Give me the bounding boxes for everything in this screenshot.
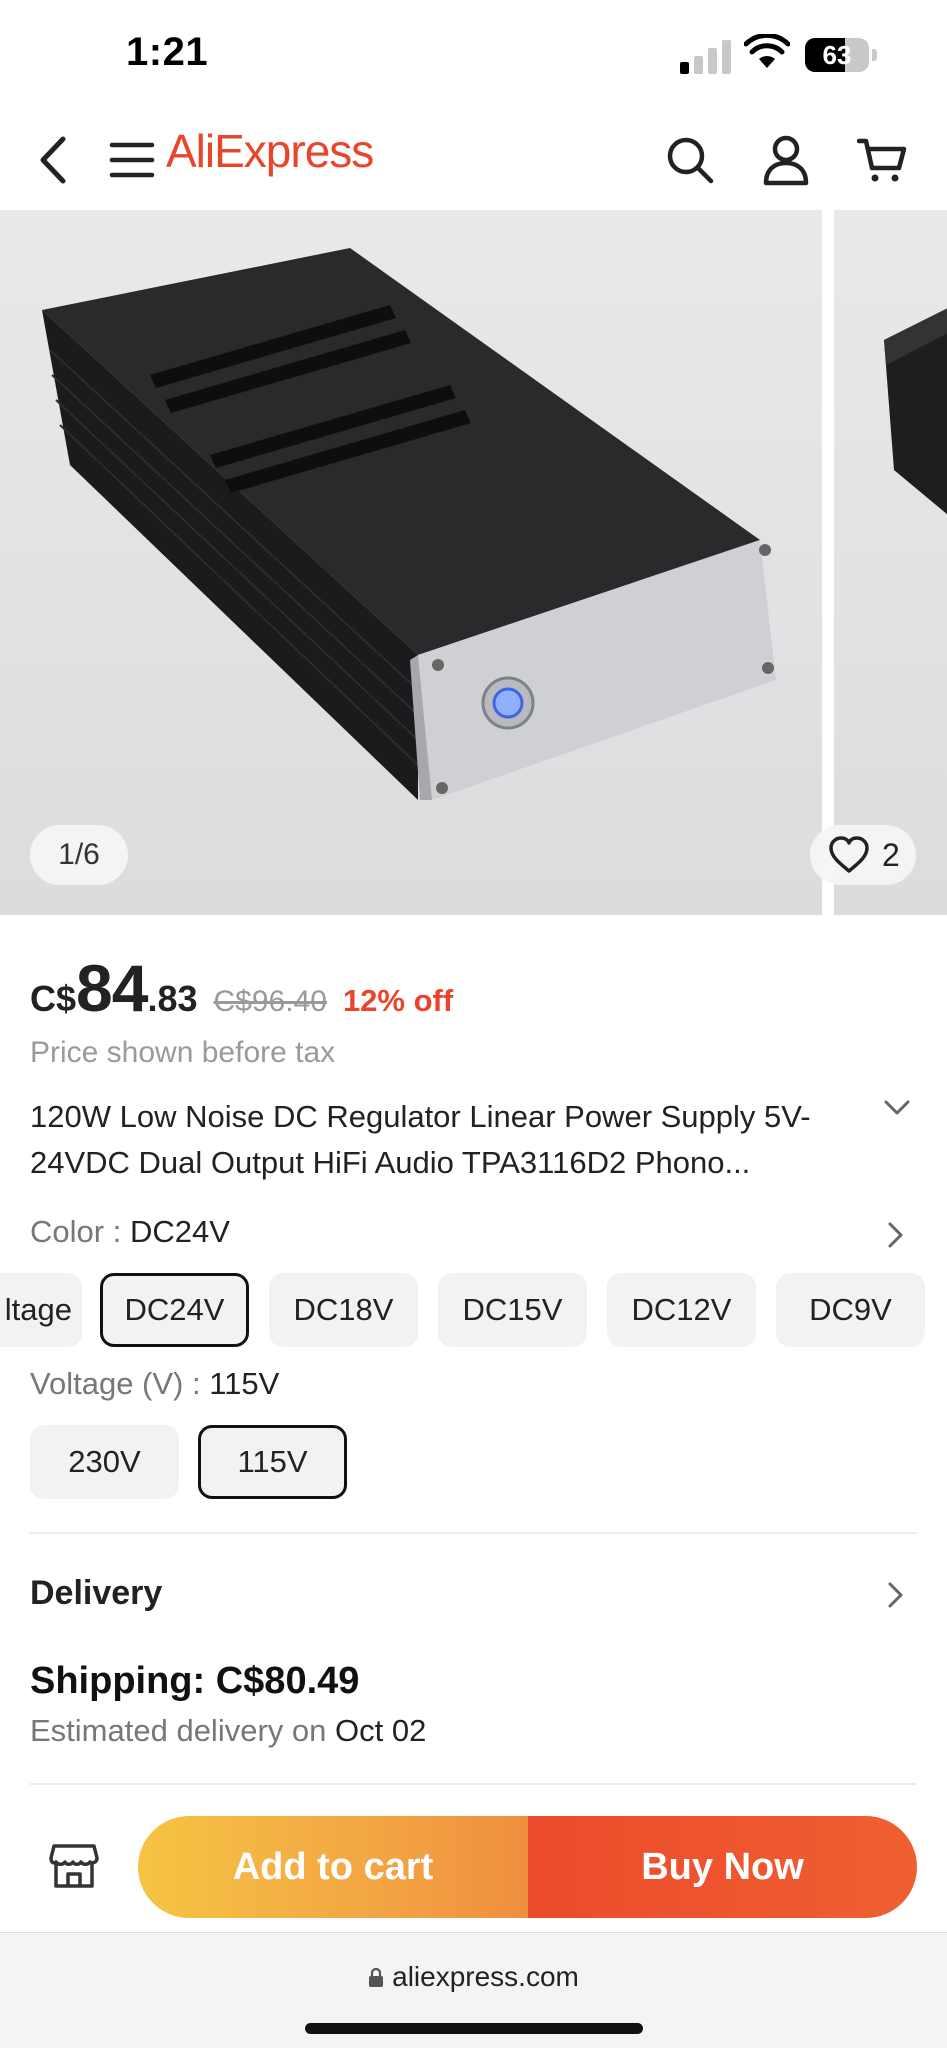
search-icon [667, 137, 714, 184]
battery-icon: 63 [805, 38, 877, 72]
color-options-more-button[interactable] [888, 1222, 904, 1253]
delivery-heading[interactable]: Delivery [30, 1574, 162, 1613]
price-row: C$ 84 .83 C$96.40 12% off [30, 950, 454, 1025]
color-chip[interactable]: DC9V [776, 1273, 925, 1347]
voltage-label: Voltage (V) [30, 1366, 184, 1401]
url-text: aliexpress.com [392, 1961, 579, 1992]
voltage-selected-value: 115V [209, 1366, 280, 1401]
eta-date: Oct 02 [335, 1713, 427, 1748]
discount-label: 12% off [342, 983, 454, 1018]
aliexpress-logo[interactable]: AliExpress [166, 124, 374, 178]
chevron-left-icon [40, 136, 66, 184]
wifi-icon [744, 34, 790, 68]
product-image[interactable] [0, 210, 822, 915]
tax-note: Price shown before tax [30, 1036, 336, 1069]
back-button[interactable] [22, 130, 82, 190]
voltage-chip[interactable]: 230V [30, 1425, 179, 1499]
color-option-label: Color : DC24V [30, 1214, 230, 1249]
delivery-more-button[interactable] [888, 1582, 904, 1613]
home-indicator[interactable] [305, 2023, 643, 2034]
search-button[interactable] [660, 130, 720, 190]
cart-icon [857, 138, 907, 182]
chevron-right-icon [888, 1222, 903, 1248]
battery-level: 63 [822, 40, 852, 70]
voltage-option-label: Voltage (V) : 115V [30, 1366, 280, 1401]
product-gallery[interactable]: 1/6 2 [0, 210, 947, 915]
voltage-chip-selected[interactable]: 115V [198, 1425, 347, 1499]
add-to-cart-button[interactable]: Add to cart [138, 1816, 528, 1918]
shipping-cost: Shipping: C$80.49 [30, 1660, 360, 1702]
image-counter: 1/6 [30, 825, 128, 885]
buy-now-button[interactable]: Buy Now [528, 1816, 917, 1918]
store-icon [49, 1844, 99, 1888]
product-photo-illustration [42, 248, 776, 800]
store-button[interactable] [48, 1840, 100, 1892]
url-display[interactable]: aliexpress.com [0, 1961, 947, 1995]
divider [30, 1532, 917, 1534]
app-header [0, 110, 947, 210]
cellular-signal-icon [680, 38, 732, 74]
price-integer: 84 [76, 951, 148, 1025]
lock-icon [368, 1963, 384, 1995]
user-icon [763, 135, 809, 186]
chevron-right-icon [888, 1582, 903, 1608]
cart-button[interactable] [852, 130, 912, 190]
eta-prefix: Estimated delivery on [30, 1713, 327, 1748]
wishlist-count: 2 [882, 836, 900, 873]
color-chip[interactable]: DC18V [269, 1273, 418, 1347]
menu-button[interactable] [102, 130, 162, 190]
estimated-delivery: Estimated delivery on Oct 02 [30, 1713, 426, 1749]
heart-icon [829, 836, 869, 873]
expand-title-button[interactable] [884, 1100, 910, 1121]
price-decimal: .83 [147, 978, 198, 1019]
price-currency: C$ [30, 978, 77, 1019]
color-chip-selected[interactable]: DC24V [100, 1273, 249, 1347]
divider [30, 1783, 917, 1785]
original-price: C$96.40 [213, 985, 327, 1018]
chevron-down-icon [884, 1100, 910, 1115]
status-bar: 1:21 63 [0, 0, 947, 110]
account-button[interactable] [756, 130, 816, 190]
color-chip[interactable]: DC12V [607, 1273, 756, 1347]
color-selected-value: DC24V [129, 1214, 230, 1249]
color-label: Color [30, 1214, 105, 1249]
hamburger-icon [109, 142, 155, 178]
next-product-image[interactable] [834, 210, 947, 915]
next-photo-illustration [884, 308, 947, 515]
color-chip[interactable]: ltage [0, 1273, 82, 1347]
status-time: 1:21 [126, 30, 209, 74]
product-title[interactable]: 120W Low Noise DC Regulator Linear Power… [30, 1094, 850, 1186]
wishlist-button[interactable]: 2 [810, 825, 916, 885]
browser-address-bar[interactable]: aliexpress.com [0, 1932, 947, 2048]
color-chip[interactable]: DC15V [438, 1273, 587, 1347]
